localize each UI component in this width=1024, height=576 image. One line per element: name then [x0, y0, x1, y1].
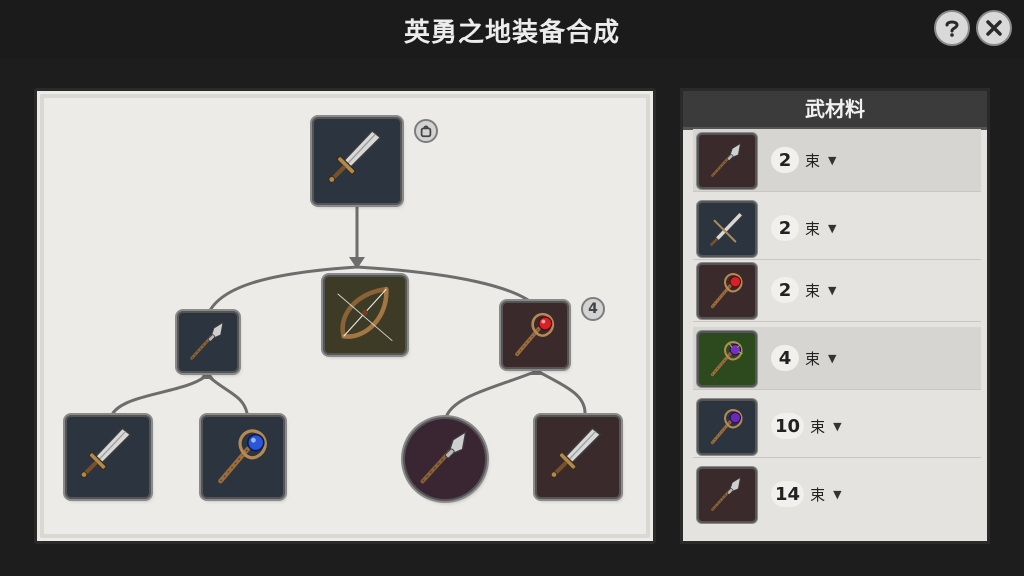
crafting-tree-board: 4: [34, 88, 656, 544]
material-quantity[interactable]: 4 束 ▼: [771, 345, 836, 371]
material-unit: 束: [805, 281, 821, 300]
violet-staff-icon: [710, 408, 744, 445]
material-slot-sapphire-staff[interactable]: [203, 417, 283, 497]
result-slot-sword[interactable]: [314, 119, 400, 203]
material-count: 4: [771, 345, 799, 371]
title-bar: 英勇之地装备合成: [0, 0, 1024, 58]
iron-sword-icon: [79, 426, 133, 480]
material-count: 2: [771, 277, 799, 303]
chevron-down-icon: ▼: [828, 153, 837, 167]
material-count: 2: [771, 215, 799, 241]
material-icon: [699, 203, 755, 255]
material-row[interactable]: 10 束 ▼: [693, 395, 981, 458]
help-icon: [945, 20, 959, 37]
material-unit: 束: [805, 151, 821, 170]
material-row[interactable]: 14 束 ▼: [693, 463, 981, 525]
close-button[interactable]: [976, 10, 1012, 46]
ruby-staff-icon: [515, 312, 555, 357]
component-slot-bow[interactable]: [325, 277, 405, 353]
material-slot-iron-sword-right[interactable]: [537, 417, 619, 497]
material-row[interactable]: 2 束 ▼: [693, 197, 981, 260]
ruby-staff-icon: [710, 272, 744, 309]
material-quantity[interactable]: 2 束 ▼: [771, 277, 836, 303]
material-quantity[interactable]: 14 束 ▼: [771, 481, 842, 507]
material-icon: [699, 401, 755, 453]
component-slot-ruby-staff[interactable]: [503, 303, 567, 367]
spear-icon: [711, 142, 742, 177]
material-count: 2: [771, 147, 799, 173]
material-row[interactable]: 2 束 ▼: [693, 129, 981, 192]
chevron-down-icon: ▼: [828, 283, 837, 297]
material-row[interactable]: 2 束 ▼: [693, 259, 981, 322]
material-icon: [699, 265, 755, 317]
material-count: 10: [771, 413, 805, 439]
material-icon: [699, 469, 755, 521]
help-button[interactable]: [934, 10, 970, 46]
sapphire-staff-icon: [203, 417, 283, 497]
material-unit: 束: [805, 219, 821, 238]
chevron-down-icon: ▼: [833, 419, 842, 433]
iron-sword-icon: [549, 426, 603, 480]
material-row[interactable]: 4 束 ▼: [693, 327, 981, 390]
material-slot-iron-sword-left[interactable]: [67, 417, 149, 497]
materials-panel: 武材料 2 束 ▼ 2 束 ▼ 2 束 ▼ 4 束 ▼ 10 束 ▼ 14 束 …: [680, 88, 990, 544]
spear-icon: [711, 476, 742, 511]
chevron-down-icon: ▼: [828, 221, 837, 235]
window-title: 英勇之地装备合成: [403, 18, 620, 48]
chevron-down-icon: ▼: [833, 487, 842, 501]
component-count-badge: 4: [581, 297, 605, 321]
chevron-down-icon: ▼: [828, 351, 837, 365]
bow-icon: [325, 277, 405, 353]
material-count: 14: [771, 481, 805, 507]
material-quantity[interactable]: 2 束 ▼: [771, 147, 836, 173]
sword-icon: [710, 211, 744, 246]
material-unit: 束: [810, 485, 826, 504]
material-icon: [699, 135, 755, 187]
spear-icon: [190, 320, 225, 360]
result-badge-icon[interactable]: [414, 119, 438, 143]
amethyst-staff-icon: [710, 340, 744, 377]
close-icon: [986, 20, 1002, 36]
materials-header: 武材料: [683, 91, 987, 130]
material-quantity[interactable]: 2 束 ▼: [771, 215, 836, 241]
spear-icon: [420, 429, 468, 484]
material-unit: 束: [810, 417, 826, 436]
material-icon: [699, 333, 755, 385]
material-quantity[interactable]: 10 束 ▼: [771, 413, 842, 439]
material-slot-spear[interactable]: [405, 419, 485, 499]
component-slot-spear[interactable]: [179, 313, 237, 371]
steel-sword-icon: [314, 119, 400, 203]
bag-icon: [420, 125, 432, 138]
material-unit: 束: [805, 349, 821, 368]
